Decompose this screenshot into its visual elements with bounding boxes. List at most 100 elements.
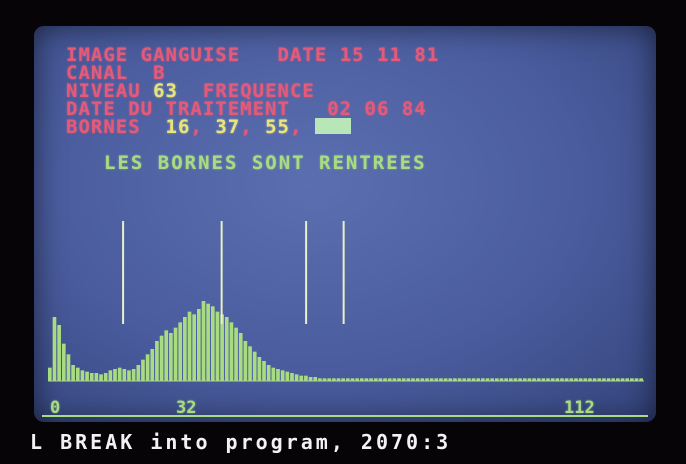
histogram-bar xyxy=(434,378,439,381)
histogram-bar xyxy=(392,378,397,381)
histogram-bar xyxy=(141,359,145,381)
histogram-bar xyxy=(280,370,285,381)
histogram-bar xyxy=(215,311,220,381)
histogram-bar xyxy=(606,378,611,381)
histogram-bar xyxy=(513,378,518,381)
histogram-bar xyxy=(355,378,359,381)
histogram-bar xyxy=(197,309,201,381)
histogram-bar xyxy=(266,365,271,381)
histogram-bar xyxy=(94,373,99,381)
histogram-bar xyxy=(234,327,238,381)
histogram-bar xyxy=(583,378,588,381)
histogram-bar xyxy=(229,322,234,381)
histogram-bar xyxy=(536,378,541,381)
histogram-bar xyxy=(602,378,606,381)
histogram-bar xyxy=(560,378,564,381)
histogram-bar xyxy=(61,343,66,381)
histogram-bar xyxy=(99,374,103,381)
crt-photo: IMAGE GANGUISE DATE 15 11 81 CANAL B NIV… xyxy=(0,0,686,464)
histogram-bar xyxy=(508,378,513,381)
histogram-bar xyxy=(52,317,57,381)
histogram-bar xyxy=(620,378,625,381)
histogram-bar xyxy=(155,341,159,381)
histogram-bar xyxy=(285,371,290,381)
histogram-bar xyxy=(401,378,406,381)
histogram-bar xyxy=(127,370,131,381)
histogram-bar xyxy=(169,333,173,381)
histogram-bar xyxy=(336,378,341,381)
histogram-bar xyxy=(322,378,327,381)
histogram-bar xyxy=(210,306,215,381)
histogram-bar xyxy=(71,365,75,381)
histogram-bar xyxy=(80,370,85,381)
histogram-chart xyxy=(42,221,648,417)
histogram-bar xyxy=(122,369,127,381)
histogram-bar xyxy=(173,327,178,381)
histogram-bar xyxy=(639,378,643,381)
histogram-bar xyxy=(378,378,383,381)
histogram-bar xyxy=(66,354,71,381)
histogram-bar xyxy=(541,378,546,381)
histogram-bar xyxy=(443,378,448,381)
histogram-bar xyxy=(238,333,243,381)
histogram-bar xyxy=(192,314,196,381)
histogram-bar xyxy=(183,317,187,381)
histogram-bar xyxy=(485,378,490,381)
histogram-bar xyxy=(504,378,508,381)
histogram-bar xyxy=(220,314,224,381)
histogram-bar xyxy=(350,378,355,381)
histogram-bar xyxy=(453,378,457,381)
histogram-bar xyxy=(48,367,52,381)
histogram-bar xyxy=(439,378,443,381)
histogram-bar xyxy=(397,378,401,381)
histogram-bar xyxy=(369,378,373,381)
histogram-bar xyxy=(630,378,634,381)
histogram-bar xyxy=(373,378,378,381)
histogram-bar xyxy=(327,378,332,381)
histogram-bar xyxy=(532,378,536,381)
histogram-bar xyxy=(425,378,429,381)
histogram-bar xyxy=(206,303,210,381)
histogram-bar xyxy=(616,378,620,381)
histogram-bar xyxy=(224,317,229,381)
histogram-bar xyxy=(290,373,294,381)
histogram-bar xyxy=(187,311,192,381)
histogram-bar xyxy=(592,378,597,381)
axis-tick-label-32: 32 xyxy=(176,398,197,418)
histogram-bar xyxy=(578,378,583,381)
histogram-bar xyxy=(257,357,262,381)
histogram-bar xyxy=(243,341,248,381)
histogram-bar xyxy=(313,377,318,381)
histogram-bar xyxy=(75,367,80,381)
histogram-bar xyxy=(332,378,336,381)
histogram-bar xyxy=(457,378,462,381)
histogram-bar xyxy=(359,378,364,381)
histogram-bar xyxy=(113,369,117,381)
histogram-bar xyxy=(597,378,602,381)
histogram-bar xyxy=(178,322,183,381)
histogram-bar xyxy=(103,373,108,381)
histogram-bar xyxy=(588,378,592,381)
histogram-bar xyxy=(308,377,313,381)
histogram-bar xyxy=(429,378,434,381)
histogram-bar xyxy=(415,378,420,381)
histogram-bar xyxy=(341,378,345,381)
histogram-bar xyxy=(85,371,89,381)
histogram-bar xyxy=(476,378,481,381)
histogram-bar xyxy=(276,369,280,381)
histogram-bar xyxy=(294,374,299,381)
histogram-bar xyxy=(150,349,155,381)
histogram-bar xyxy=(574,378,578,381)
histogram-bar xyxy=(299,375,304,381)
histogram-bar xyxy=(546,378,550,381)
histogram-bar xyxy=(527,378,532,381)
histogram-bar xyxy=(364,378,369,381)
histogram-bar xyxy=(550,378,555,381)
histogram-bar xyxy=(625,378,630,381)
histogram-bar xyxy=(387,378,392,381)
histogram-bar xyxy=(117,367,122,381)
histogram-bar xyxy=(108,370,113,381)
histogram-bar xyxy=(164,330,169,381)
histogram-bar xyxy=(522,378,527,381)
histogram-bar xyxy=(611,378,616,381)
